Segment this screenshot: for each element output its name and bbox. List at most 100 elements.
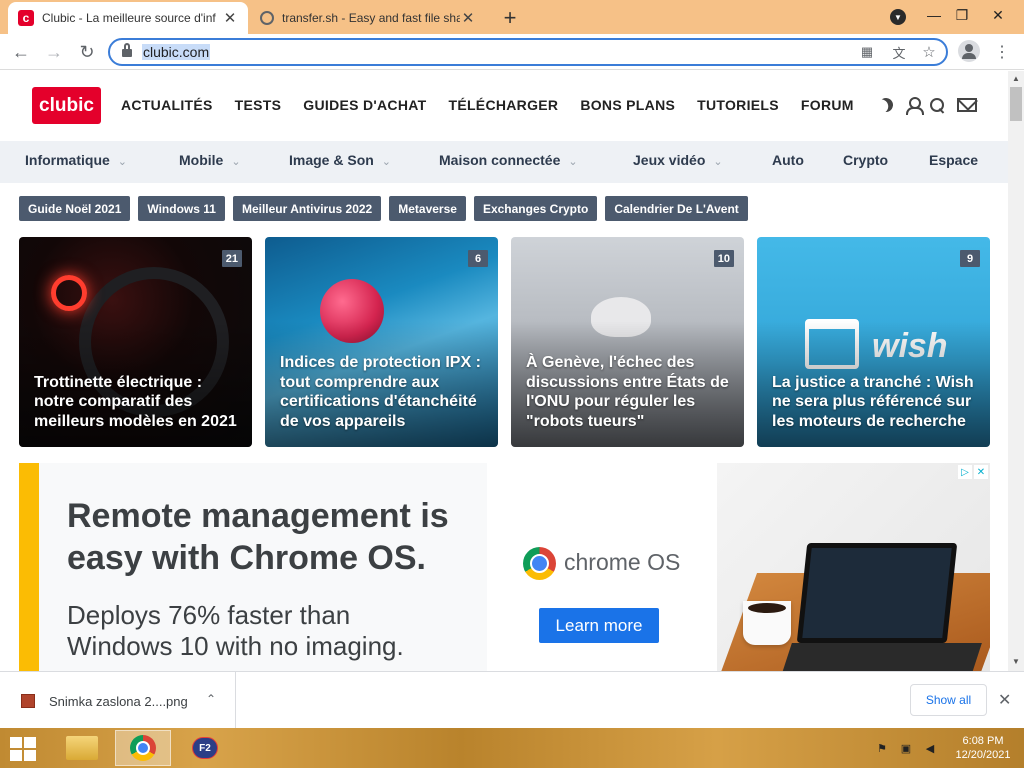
profile-avatar-icon[interactable] bbox=[958, 40, 980, 62]
volume-mute-icon[interactable]: ◀ bbox=[922, 740, 938, 756]
tab-close-icon[interactable]: ✕ bbox=[460, 9, 476, 27]
forward-arrow-icon[interactable]: → bbox=[42, 40, 66, 64]
tab-title: transfer.sh - Easy and fast file sha bbox=[282, 11, 460, 25]
learn-more-button[interactable]: Learn more bbox=[539, 608, 659, 643]
tag-calendrier-avent[interactable]: Calendrier De L'Avent bbox=[605, 196, 748, 221]
nav-forum[interactable]: FORUM bbox=[801, 97, 854, 113]
chrome-os-ad[interactable]: Remote management is easy with Chrome OS… bbox=[19, 463, 990, 671]
tag-guide-noel[interactable]: Guide Noël 2021 bbox=[19, 196, 131, 221]
download-item[interactable]: Snimka zaslona 2....png ⌃ bbox=[0, 672, 236, 729]
category-mobile[interactable]: Mobile ⌄ bbox=[179, 152, 241, 168]
back-arrow-icon[interactable]: ← bbox=[9, 40, 33, 64]
category-auto[interactable]: Auto bbox=[772, 152, 804, 168]
url-text[interactable]: clubic.com bbox=[142, 44, 211, 60]
tab-transfer-sh[interactable]: transfer.sh - Easy and fast file sha ✕ bbox=[250, 2, 486, 34]
tab-clubic[interactable]: c Clubic - La meilleure source d'inf ✕ bbox=[8, 2, 248, 34]
article-card[interactable]: wish 9 La justice a tranché : Wish ne se… bbox=[757, 237, 990, 447]
article-card[interactable]: 21 Trottinette électrique : notre compar… bbox=[19, 237, 252, 447]
chevron-down-icon: ⌄ bbox=[713, 156, 723, 168]
article-title[interactable]: Indices de protection IPX : tout compren… bbox=[280, 353, 486, 431]
nav-telecharger[interactable]: TÉLÉCHARGER bbox=[448, 97, 558, 113]
tag-antivirus[interactable]: Meilleur Antivirus 2022 bbox=[232, 196, 382, 221]
nav-tests[interactable]: TESTS bbox=[235, 97, 282, 113]
reload-icon[interactable]: ↻ bbox=[75, 40, 99, 64]
chrome-os-wordmark: chrome OS bbox=[564, 549, 681, 575]
site-header: clubic ACTUALITÉS TESTS GUIDES D'ACHAT T… bbox=[0, 71, 1008, 141]
tag-exchanges-crypto[interactable]: Exchanges Crypto bbox=[473, 196, 598, 221]
nav-guides[interactable]: GUIDES D'ACHAT bbox=[303, 97, 426, 113]
article-title[interactable]: À Genève, l'échec des discussions entre … bbox=[526, 353, 732, 431]
category-informatique[interactable]: Informatique ⌄ bbox=[25, 152, 127, 168]
adchoices-icon[interactable]: ▷ bbox=[958, 465, 972, 479]
comment-count-badge: 6 bbox=[468, 250, 488, 267]
chrome-logo-icon bbox=[523, 547, 556, 580]
lock-icon[interactable] bbox=[122, 43, 132, 57]
vertical-scrollbar[interactable]: ▲ ▼ bbox=[1008, 71, 1024, 671]
ad-headline: Remote management is easy with Chrome OS… bbox=[67, 497, 449, 577]
dark-mode-moon-icon[interactable] bbox=[876, 95, 896, 115]
scrollbar-thumb[interactable] bbox=[1010, 87, 1022, 121]
maximize-button[interactable]: ❐ bbox=[944, 0, 980, 30]
search-icon[interactable] bbox=[927, 95, 947, 115]
ad-subheadline: Deploys 76% faster than Windows 10 with … bbox=[67, 600, 404, 661]
adchoices: ▷ ✕ bbox=[958, 465, 988, 479]
tag-windows-11[interactable]: Windows 11 bbox=[138, 196, 225, 221]
translate-icon[interactable]: 文 bbox=[890, 43, 908, 61]
tag-metaverse[interactable]: Metaverse bbox=[389, 196, 466, 221]
user-account-icon[interactable] bbox=[903, 95, 924, 115]
close-window-button[interactable]: ✕ bbox=[980, 0, 1016, 30]
chrome-icon[interactable] bbox=[115, 730, 171, 766]
category-image-son[interactable]: Image & Son ⌄ bbox=[289, 152, 391, 168]
tab-search-icon[interactable]: ▼ bbox=[890, 9, 906, 25]
article-title[interactable]: Trottinette électrique : notre comparati… bbox=[34, 373, 240, 432]
qr-code-icon[interactable]: ▦ bbox=[858, 43, 876, 61]
action-center-flag-icon[interactable]: ⚑ bbox=[874, 740, 890, 756]
network-icon[interactable]: ▣ bbox=[898, 740, 914, 756]
coffee-mug-image bbox=[743, 601, 791, 645]
article-title[interactable]: La justice a tranché : Wish ne sera plus… bbox=[772, 373, 978, 432]
tab-close-icon[interactable]: ✕ bbox=[222, 9, 238, 27]
close-download-bar-icon[interactable]: ✕ bbox=[998, 690, 1011, 710]
trending-tags: Guide Noël 2021 Windows 11 Meilleur Anti… bbox=[19, 196, 748, 221]
system-clock[interactable]: 6:08 PM 12/20/2021 bbox=[952, 734, 1014, 762]
ad-close-icon[interactable]: ✕ bbox=[974, 465, 988, 479]
show-all-button[interactable]: Show all bbox=[910, 684, 987, 716]
file-explorer-icon[interactable] bbox=[54, 730, 110, 766]
bookmark-star-icon[interactable]: ☆ bbox=[920, 43, 938, 61]
nav-bons-plans[interactable]: BONS PLANS bbox=[580, 97, 675, 113]
download-bar: Snimka zaslona 2....png ⌃ Show all ✕ bbox=[0, 671, 1024, 729]
browser-toolbar: ← → ↻ clubic.com ▦ 文 ☆ ⋮ bbox=[0, 34, 1024, 70]
download-filename[interactable]: Snimka zaslona 2....png bbox=[49, 694, 188, 709]
comment-count-badge: 21 bbox=[221, 250, 242, 267]
article-card[interactable]: 6 Indices de protection IPX : tout compr… bbox=[265, 237, 498, 447]
chevron-down-icon: ⌄ bbox=[117, 156, 127, 168]
tab-title: Clubic - La meilleure source d'inf bbox=[42, 11, 216, 25]
chevron-down-icon: ⌄ bbox=[568, 156, 578, 168]
article-card[interactable]: 10 À Genève, l'échec des discussions ent… bbox=[511, 237, 744, 447]
category-espace[interactable]: Espace bbox=[929, 152, 978, 168]
ad-laptop-image bbox=[716, 463, 990, 671]
nav-tutoriels[interactable]: TUTORIELS bbox=[697, 97, 779, 113]
clubic-logo[interactable]: clubic bbox=[32, 87, 101, 124]
menu-kebab-icon[interactable]: ⋮ bbox=[990, 40, 1014, 64]
clubic-favicon: c bbox=[18, 10, 34, 26]
scroll-down-arrow-icon[interactable]: ▼ bbox=[1012, 657, 1020, 666]
nav-actualites[interactable]: ACTUALITÉS bbox=[121, 97, 213, 113]
main-nav: ACTUALITÉS TESTS GUIDES D'ACHAT TÉLÉCHAR… bbox=[121, 97, 876, 113]
new-tab-button[interactable]: + bbox=[498, 5, 522, 31]
address-bar[interactable]: clubic.com ▦ 文 ☆ bbox=[108, 38, 948, 66]
windows-start-button[interactable] bbox=[8, 735, 38, 761]
image-file-icon bbox=[21, 694, 35, 708]
f2-app-icon[interactable]: F2 bbox=[177, 730, 233, 766]
scroll-up-arrow-icon[interactable]: ▲ bbox=[1012, 74, 1020, 83]
tab-strip: c Clubic - La meilleure source d'inf ✕ t… bbox=[0, 0, 1024, 34]
globe-icon bbox=[260, 11, 274, 25]
category-crypto[interactable]: Crypto bbox=[843, 152, 888, 168]
windows-taskbar: F2 ⚑ ▣ ◀ 6:08 PM 12/20/2021 bbox=[0, 728, 1024, 768]
comment-count-badge: 9 bbox=[960, 250, 980, 267]
category-jeux-video[interactable]: Jeux vidéo ⌄ bbox=[633, 152, 723, 168]
category-maison-connectee[interactable]: Maison connectée ⌄ bbox=[439, 152, 578, 168]
category-bar: Informatique ⌄ Mobile ⌄ Image & Son ⌄ Maiso… bbox=[0, 141, 1008, 183]
chevron-up-icon[interactable]: ⌃ bbox=[206, 692, 216, 706]
newsletter-envelope-icon[interactable] bbox=[955, 95, 979, 115]
